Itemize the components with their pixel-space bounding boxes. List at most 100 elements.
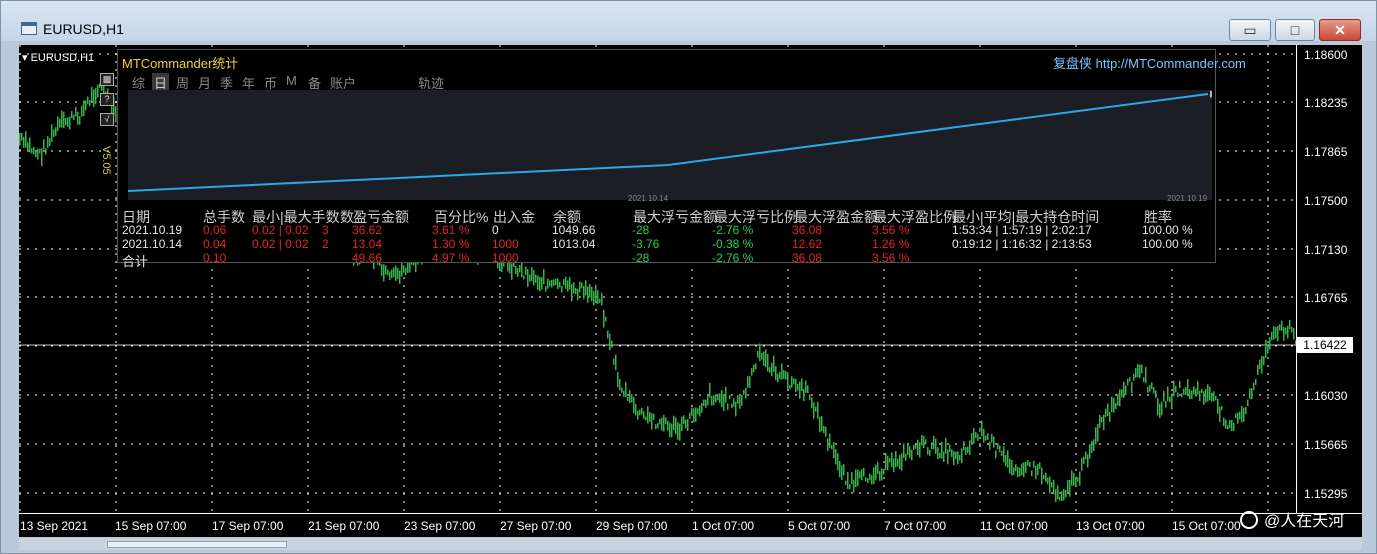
- cell-deposit: 0: [492, 223, 499, 237]
- tool-button-help[interactable]: ?: [100, 93, 114, 106]
- candle: [843, 464, 845, 476]
- candle: [707, 394, 709, 406]
- candle: [605, 316, 607, 322]
- symbol-text: EURUSD,H1: [30, 52, 95, 64]
- candle: [1109, 411, 1111, 422]
- tab-magic[interactable]: M: [286, 73, 297, 88]
- candle: [731, 403, 733, 409]
- candle: [27, 142, 29, 152]
- candle: [1065, 489, 1067, 498]
- cell-max-float-loss-pct: -0.38 %: [712, 237, 754, 251]
- candle: [691, 407, 693, 416]
- time-axis[interactable]: 13 Sep 2021 15 Sep 07:00 17 Sep 07:00 21…: [19, 513, 1362, 537]
- candle: [771, 362, 773, 377]
- price-axis[interactable]: 1.18600 1.18235 1.17865 1.17500 1.17130 …: [1296, 45, 1362, 513]
- candle: [667, 420, 669, 431]
- candle: [897, 458, 899, 467]
- candle: [1055, 489, 1057, 502]
- total-percent: 4.97 %: [432, 251, 470, 265]
- candle: [1153, 387, 1155, 394]
- candle: [1151, 382, 1153, 390]
- candle: [713, 395, 715, 406]
- candle: [615, 354, 617, 371]
- candle: [807, 385, 809, 394]
- candle: [1071, 470, 1073, 486]
- candle: [867, 478, 869, 483]
- candle: [665, 417, 667, 425]
- candle: [773, 355, 775, 372]
- candle: [813, 402, 815, 419]
- candle: [1275, 326, 1277, 339]
- candle: [561, 286, 563, 293]
- minimize-button[interactable]: ▭: [1229, 19, 1271, 41]
- candle: [649, 412, 651, 422]
- candle: [33, 146, 35, 155]
- candle: [1281, 320, 1283, 331]
- candle: [1279, 324, 1281, 331]
- brand-link[interactable]: 复盘侠 http://MTCommander.com: [1053, 53, 1246, 72]
- scrollbar-thumb[interactable]: [107, 541, 287, 548]
- tool-button-check[interactable]: √: [100, 113, 114, 126]
- candle: [837, 453, 839, 471]
- current-price-box: 1.16422: [1297, 337, 1353, 353]
- candle: [923, 435, 925, 449]
- equity-date-end: 2021.10.19: [1167, 194, 1208, 203]
- candle: [1141, 364, 1143, 374]
- candle: [85, 100, 87, 111]
- candle: [953, 451, 955, 466]
- close-button[interactable]: ✕: [1319, 19, 1361, 41]
- candle: [1223, 417, 1225, 427]
- candle: [1159, 403, 1161, 419]
- price-label: 1.17500: [1304, 194, 1348, 208]
- candle: [587, 286, 589, 303]
- candle: [607, 330, 609, 339]
- candle: [1259, 359, 1261, 370]
- cell-pnl: 36.62: [352, 223, 383, 237]
- candle: [863, 467, 865, 477]
- candle: [737, 395, 739, 404]
- candle: [389, 271, 391, 281]
- horizontal-scrollbar[interactable]: [19, 538, 1362, 550]
- candle: [563, 279, 565, 286]
- candle: [717, 393, 719, 401]
- maximize-button[interactable]: □: [1275, 19, 1315, 41]
- candle: [1017, 466, 1019, 478]
- weibo-icon: [1240, 511, 1258, 529]
- candle: [623, 390, 625, 397]
- candle: [1117, 393, 1119, 406]
- candle: [617, 372, 619, 388]
- title-bar[interactable]: EURUSD,H1 ▭ □ ✕: [1, 1, 1376, 41]
- candle: [1019, 467, 1021, 477]
- candle: [883, 469, 885, 475]
- candle: [725, 386, 727, 403]
- tool-button-1[interactable]: ▩: [100, 73, 114, 86]
- candle: [1189, 389, 1191, 400]
- candle: [629, 390, 631, 403]
- candle: [647, 406, 649, 424]
- candle: [1099, 414, 1101, 428]
- candle: [645, 416, 647, 421]
- time-label: 29 Sep 07:00: [596, 519, 668, 533]
- candle: [1269, 337, 1271, 350]
- candle: [57, 116, 59, 132]
- candle: [805, 380, 807, 393]
- candle: [1179, 380, 1181, 388]
- candle: [1029, 462, 1031, 467]
- candle: [1185, 387, 1187, 395]
- candle: [887, 455, 889, 471]
- candle: [937, 447, 939, 460]
- candle: [903, 443, 905, 458]
- candle: [595, 284, 597, 301]
- candle: [913, 444, 915, 450]
- candle: [1193, 386, 1195, 395]
- total-pnl: 49.66: [352, 251, 383, 265]
- candle: [555, 278, 557, 285]
- candle: [593, 291, 595, 306]
- candle: [785, 371, 787, 380]
- candle: [1089, 444, 1091, 459]
- candle: [381, 264, 383, 276]
- candle: [1237, 412, 1239, 424]
- symbol-label[interactable]: ▾ EURUSD,H1: [22, 51, 94, 64]
- candle: [681, 416, 683, 432]
- candle: [91, 86, 93, 102]
